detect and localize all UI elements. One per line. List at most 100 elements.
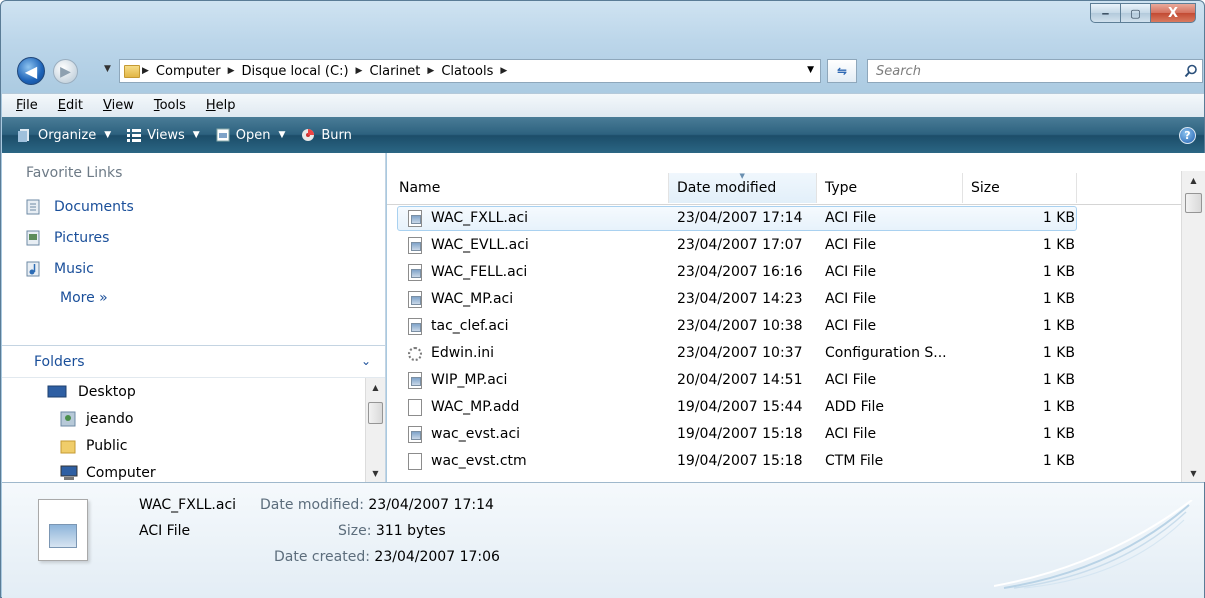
scroll-thumb[interactable] [368,402,383,424]
folder-icon [124,64,140,78]
breadcrumb-disque-local[interactable]: Disque local (C:) [236,64,353,79]
aci-file-icon [408,291,422,308]
chevron-down-icon: ▼ [278,130,286,140]
folders-header[interactable]: Folders ⌄ [2,345,385,378]
open-file-icon [216,128,230,142]
burn-button[interactable]: Burn [293,117,360,153]
column-header-name[interactable]: Name [391,173,669,203]
menu-edit[interactable]: Edit [48,98,93,113]
file-date: 19/04/2007 15:44 [677,399,803,415]
minimize-button[interactable]: ‒ [1090,3,1120,23]
details-date-modified: Date modified: 23/04/2007 17:14 [260,497,494,513]
tree-item-jeando[interactable]: jeando [2,405,362,432]
chevron-down-icon[interactable]: ⌄ [361,354,371,368]
file-name: wac_evst.ctm [431,453,527,469]
file-row[interactable]: WAC_EVLL.aci 23/04/2007 17:07 ACI File 1… [387,232,1181,259]
column-header-type[interactable]: Type [817,173,963,203]
scroll-down-icon[interactable]: ▼ [366,464,385,482]
column-header-date-modified[interactable]: ▼ Date modified [669,172,817,203]
search-input[interactable] [868,61,1180,81]
favorite-link-music[interactable]: Music [2,253,385,284]
file-row[interactable]: wac_evst.aci 19/04/2007 15:18 ACI File 1… [387,421,1181,448]
file-row[interactable]: Edwin.ini 23/04/2007 10:37 Configuration… [387,340,1181,367]
file-type: ACI File [825,372,877,388]
music-icon [26,261,40,276]
file-row[interactable]: tac_clef.aci 23/04/2007 10:38 ACI File 1… [387,313,1181,340]
command-bar: Organize ▼ Views ▼ Open ▼ Burn ? [2,117,1204,153]
computer-icon [60,465,78,480]
file-size: 1 KB [1042,237,1075,253]
file-row[interactable]: wac_evst.ctm 19/04/2007 15:18 CTM File 1… [387,448,1181,475]
file-type: CTM File [825,453,884,469]
search-icon[interactable] [1180,60,1202,82]
file-size: 1 KB [1042,291,1075,307]
aci-file-icon [408,210,422,227]
breadcrumb-clatools[interactable]: Clatools [436,64,498,79]
breadcrumb-separator-icon[interactable]: ▶ [354,66,365,76]
menu-file[interactable]: File [6,98,48,113]
file-rows: WAC_FXLL.aci 23/04/2007 17:14 ACI File 1… [387,205,1181,475]
tree-item-desktop[interactable]: Desktop [2,378,362,405]
decorative-swoosh [994,500,1193,589]
maximize-button[interactable]: ▢ [1120,3,1150,23]
help-button[interactable]: ? [1179,127,1196,144]
scroll-up-icon[interactable]: ▲ [1182,171,1205,189]
breadcrumb-computer[interactable]: Computer [151,64,226,79]
organize-button[interactable]: Organize ▼ [10,117,119,153]
file-row[interactable]: WAC_MP.aci 23/04/2007 14:23 ACI File 1 K… [387,286,1181,313]
folder-tree: Desktop jeando Public Computer [2,378,362,482]
recent-pages-dropdown[interactable]: ▼ [104,64,111,74]
details-date-created: Date created: 23/04/2007 17:06 [274,549,500,565]
file-size: 1 KB [1042,318,1075,334]
file-date: 23/04/2007 16:16 [677,264,803,280]
views-button[interactable]: Views ▼ [119,117,208,153]
forward-button[interactable]: ▶ [53,59,78,84]
favorite-link-pictures[interactable]: Pictures [2,222,385,253]
file-row[interactable]: WIP_MP.aci 20/04/2007 14:51 ACI File 1 K… [387,367,1181,394]
back-button[interactable]: ◀ [17,57,45,85]
file-name: wac_evst.aci [431,426,521,442]
scroll-thumb[interactable] [1185,193,1202,213]
file-size: 1 KB [1042,399,1075,415]
file-row[interactable]: WAC_FELL.aci 23/04/2007 16:16 ACI File 1… [387,259,1181,286]
breadcrumb-clarinet[interactable]: Clarinet [364,64,425,79]
file-name: Edwin.ini [431,345,495,361]
title-bar[interactable]: ‒ ▢ X [1,1,1204,49]
menu-help[interactable]: Help [196,98,246,113]
file-list-scrollbar[interactable]: ▲ ▼ [1181,171,1205,482]
desktop-icon [47,385,67,397]
refresh-button[interactable]: ⇋ [827,59,857,83]
file-size: 1 KB [1042,264,1075,280]
close-button[interactable]: X [1150,3,1196,23]
breadcrumb-separator-icon[interactable]: ▶ [226,66,237,76]
double-chevron-right-icon: » [99,290,108,306]
file-size: 1 KB [1042,372,1075,388]
file-name: WAC_FXLL.aci [431,210,529,226]
breadcrumb-separator-icon[interactable]: ▶ [498,66,509,76]
scroll-down-icon[interactable]: ▼ [1182,464,1205,482]
aci-file-icon [408,372,422,389]
blank-file-icon [408,399,422,416]
file-date: 19/04/2007 15:18 [677,426,803,442]
file-name: tac_clef.aci [431,318,509,334]
file-row[interactable]: WAC_FXLL.aci 23/04/2007 17:14 ACI File 1… [387,205,1181,232]
favorite-link-documents[interactable]: Documents [2,191,385,222]
navigation-bar: ◀ ▶ ▼ ▶ Computer ▶ Disque local (C:) ▶ C… [1,49,1204,93]
tree-item-computer[interactable]: Computer [2,459,362,482]
address-dropdown-icon[interactable]: ▼ [807,65,814,75]
file-row[interactable]: WAC_MP.add 19/04/2007 15:44 ADD File 1 K… [387,394,1181,421]
aci-file-icon [38,499,88,561]
breadcrumb-separator-icon[interactable]: ▶ [140,66,151,76]
scroll-up-icon[interactable]: ▲ [366,378,385,396]
file-date: 20/04/2007 14:51 [677,372,803,388]
address-bar[interactable]: ▶ Computer ▶ Disque local (C:) ▶ Clarine… [119,59,821,83]
more-links-button[interactable]: More » [2,284,385,315]
folder-tree-scrollbar[interactable]: ▲ ▼ [365,378,385,482]
column-header-size[interactable]: Size [963,173,1077,203]
open-button[interactable]: Open ▼ [208,117,294,153]
menu-view[interactable]: View [93,98,144,113]
file-type: ACI File [825,210,877,226]
breadcrumb-separator-icon[interactable]: ▶ [425,66,436,76]
menu-tools[interactable]: Tools [144,98,196,113]
tree-item-public[interactable]: Public [2,432,362,459]
